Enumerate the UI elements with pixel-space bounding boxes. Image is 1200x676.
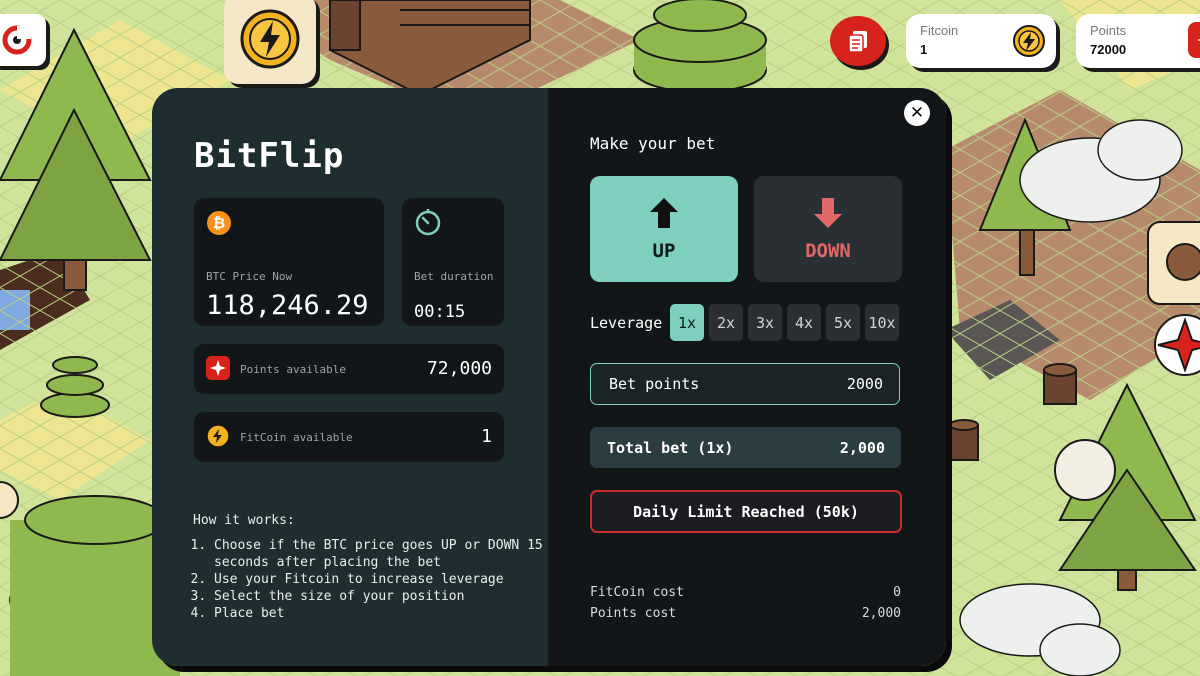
total-bet-label: Total bet (1x) [607, 439, 734, 457]
how-step: Select the size of your position [214, 588, 548, 605]
fitcoin-cost-value: 0 [893, 585, 901, 600]
points-cost-value: 2,000 [861, 606, 901, 621]
how-it-works: How it works: Choose if the BTC price go… [193, 512, 548, 622]
info-panel: BitFlip ₿ BTC Price Now 118,246.29 Bet d… [152, 88, 548, 666]
points-icon [1188, 22, 1200, 58]
fitcoin-available-value: 1 [481, 426, 492, 447]
points-cost-label: Points cost [590, 606, 677, 621]
close-button[interactable]: ✕ [904, 100, 930, 126]
bitflip-modal: BitFlip ₿ BTC Price Now 118,246.29 Bet d… [152, 88, 946, 666]
total-bet-value: 2,000 [839, 439, 885, 457]
modal-title: BitFlip [194, 136, 345, 176]
close-icon: ✕ [909, 103, 925, 123]
fitcoin-icon [206, 424, 230, 448]
leverage-options: 1x 2x 3x 4x 5x 10x [670, 304, 899, 341]
leverage-option-4x[interactable]: 4x [787, 304, 821, 341]
fitcoin-icon [1013, 25, 1045, 57]
bet-up-label: UP [652, 240, 676, 262]
bet-duration-card: Bet duration 00:15 [402, 198, 504, 326]
points-available-label: Points available [240, 363, 346, 376]
bet-down-button[interactable]: DOWN [754, 176, 902, 282]
lightning-coin-icon [240, 9, 300, 69]
bet-heading: Make your bet [590, 134, 716, 153]
how-it-works-heading: How it works: [193, 513, 295, 528]
timer-icon [415, 209, 441, 236]
bet-duration-value: 00:15 [414, 302, 466, 322]
arrow-up-icon [650, 198, 678, 228]
place-bet-button[interactable]: Daily Limit Reached (50k) [590, 490, 902, 533]
how-step: Place bet [214, 605, 548, 622]
how-step: Use your Fitcoin to increase leverage [214, 571, 548, 588]
btc-price-label: BTC Price Now [206, 270, 293, 283]
arrow-down-icon [814, 198, 842, 228]
leverage-option-5x[interactable]: 5x [826, 304, 860, 341]
fitcoin-balance-value: 1 [920, 42, 928, 57]
points-balance-value: 72000 [1090, 42, 1127, 57]
fitcoin-cost-row: FitCoin cost 0 [590, 585, 901, 600]
bet-points-value[interactable]: 2000 [847, 375, 883, 393]
fitcoin-available-card: FitCoin available 1 [194, 412, 504, 462]
history-icon [848, 31, 867, 53]
app-logo[interactable] [0, 14, 46, 66]
points-available-value: 72,000 [426, 358, 492, 379]
fitcoin-balance[interactable]: Fitcoin 1 [906, 14, 1056, 68]
bet-duration-label: Bet duration [414, 270, 494, 283]
leverage-label: Leverage [590, 314, 663, 332]
points-icon [206, 356, 230, 384]
bet-down-label: DOWN [805, 240, 851, 262]
leverage-option-1x[interactable]: 1x [670, 304, 704, 341]
bet-points-label: Bet points [609, 375, 700, 393]
leverage-option-3x[interactable]: 3x [748, 304, 782, 341]
points-balance-label: Points [1090, 23, 1127, 38]
logo-icon [2, 25, 32, 55]
btc-price-card: ₿ BTC Price Now 118,246.29 [194, 198, 384, 326]
bet-up-button[interactable]: UP [590, 176, 738, 282]
btc-price-value: 118,246.29 [206, 290, 369, 321]
total-bet: Total bet (1x) 2,000 [590, 427, 901, 468]
points-cost-row: Points cost 2,000 [590, 606, 901, 621]
bet-panel: ✕ Make your bet UP DOWN Leverage 1x 2x 3… [548, 88, 946, 666]
fitcoin-balance-label: Fitcoin [920, 23, 959, 38]
bet-points-input[interactable]: Bet points 2000 [590, 363, 900, 405]
points-available-card: Points available 72,000 [194, 344, 504, 394]
leverage-option-10x[interactable]: 10x [865, 304, 899, 341]
svg-text:₿: ₿ [213, 214, 225, 232]
coin-shop-tile[interactable] [224, 0, 316, 84]
fitcoin-available-label: FitCoin available [240, 431, 353, 444]
how-step: Choose if the BTC price goes UP or DOWN … [214, 537, 548, 571]
history-button[interactable] [830, 16, 886, 66]
leverage-option-2x[interactable]: 2x [709, 304, 743, 341]
points-balance[interactable]: Points 72000 [1076, 14, 1200, 68]
fitcoin-cost-label: FitCoin cost [590, 585, 684, 600]
bitcoin-icon: ₿ [207, 211, 231, 235]
